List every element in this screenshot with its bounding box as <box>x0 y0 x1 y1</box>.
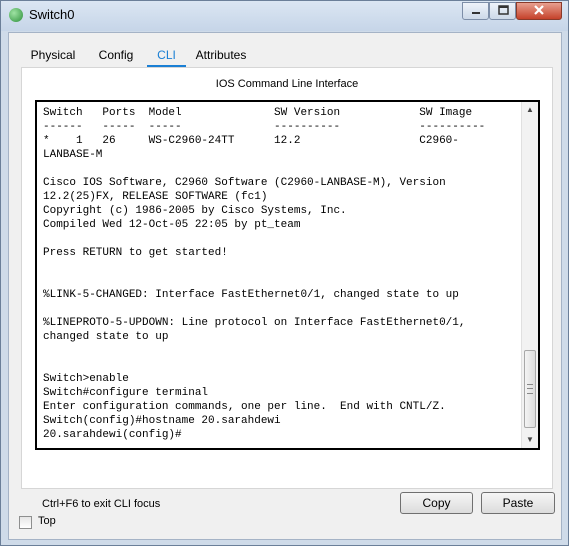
scroll-up-icon[interactable]: ▲ <box>522 102 538 118</box>
terminal-output[interactable]: Switch Ports Model SW Version SW Image -… <box>43 106 521 442</box>
scroll-down-icon[interactable]: ▼ <box>522 432 538 448</box>
panel-title: IOS Command Line Interface <box>215 78 359 90</box>
cli-focus-hint: Ctrl+F6 to exit CLI focus <box>42 498 161 510</box>
maximize-icon <box>497 5 509 15</box>
footer-bar: Top <box>16 513 556 535</box>
grip-icon <box>527 384 533 394</box>
cli-panel: IOS Command Line Interface Switch Ports … <box>21 67 555 514</box>
cli-terminal[interactable]: Switch Ports Model SW Version SW Image -… <box>35 100 540 450</box>
window-title: Switch0 <box>29 7 75 22</box>
tab-cli[interactable]: CLI <box>147 43 186 67</box>
top-checkbox-label: Top <box>38 515 56 527</box>
tab-physical[interactable]: Physical <box>23 43 83 67</box>
close-icon <box>534 5 544 15</box>
device-icon <box>9 8 23 22</box>
copy-button[interactable]: Copy <box>400 492 473 514</box>
minimize-button[interactable] <box>462 2 489 20</box>
tab-attributes[interactable]: Attributes <box>191 43 251 67</box>
scroll-thumb[interactable] <box>524 350 536 428</box>
app-window: Switch0 Physical Config CLI Attributes I… <box>0 0 569 546</box>
close-button[interactable] <box>516 2 562 20</box>
terminal-scrollbar[interactable]: ▲ ▼ <box>521 102 538 448</box>
tab-config[interactable]: Config <box>91 43 141 67</box>
paste-button[interactable]: Paste <box>481 492 555 514</box>
title-bar[interactable]: Switch0 <box>1 1 568 31</box>
maximize-button[interactable] <box>489 2 516 20</box>
minimize-icon <box>471 12 480 14</box>
top-checkbox[interactable] <box>19 516 32 529</box>
window-client: Physical Config CLI Attributes IOS Comma… <box>8 32 562 540</box>
